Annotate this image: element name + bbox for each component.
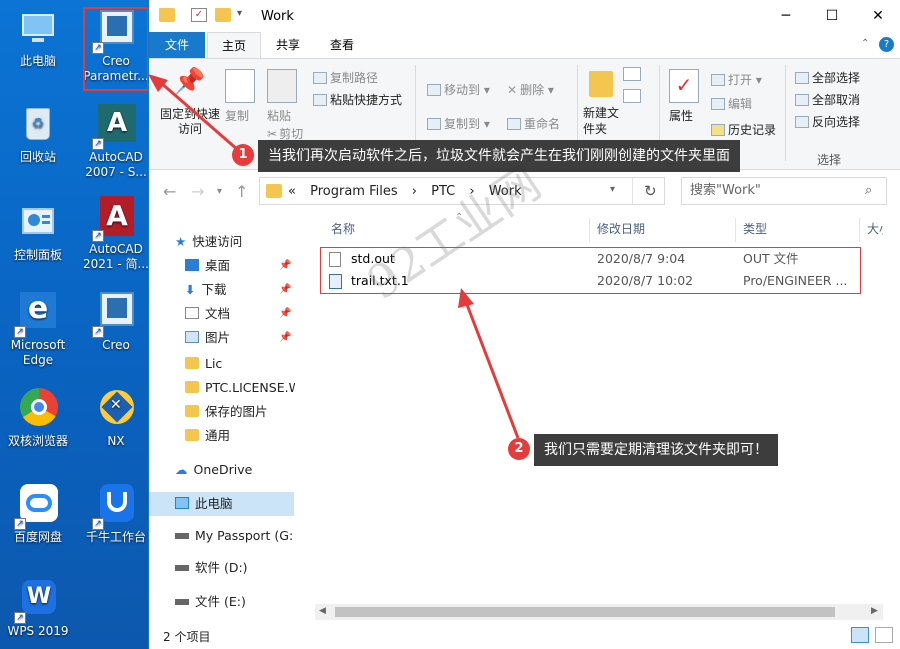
annotation-badge-1: 1 [232,144,254,166]
annotation-callout-1: 当我们再次启动软件之后，垃圾文件就会产生在我们刚刚创建的文件夹里面 [258,140,740,172]
annotation-badge-2: 2 [508,438,530,460]
annotation-arrows [148,74,520,439]
arrow-2-head [458,288,474,308]
arrow-1-head [148,74,168,92]
arrow-1-line [159,80,239,152]
arrow-2-line [464,301,520,439]
annotation-callout-2: 我们只需要定期清理该文件夹即可！ [534,434,778,466]
